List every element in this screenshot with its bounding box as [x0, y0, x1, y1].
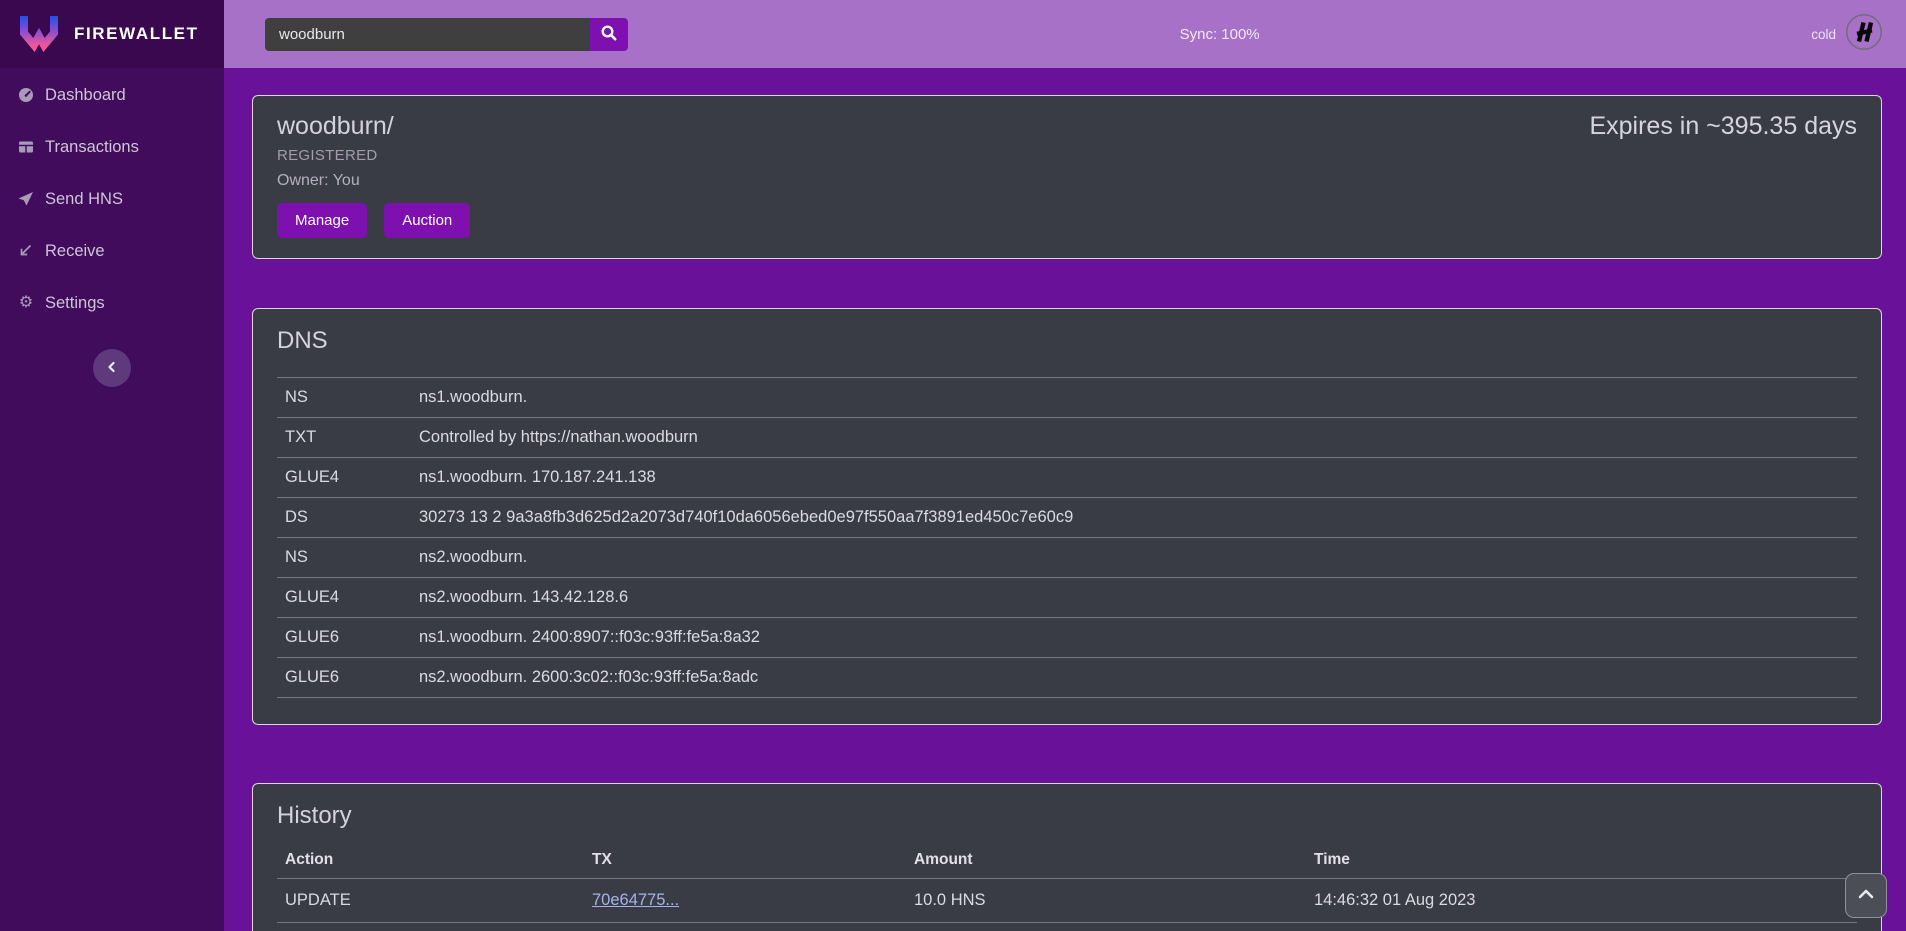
- gear-icon: ⚙: [18, 295, 34, 311]
- search-input[interactable]: [265, 18, 590, 51]
- dns-record-row: GLUE6 ns1.woodburn. 2400:8907::f03c:93ff…: [277, 618, 1857, 658]
- history-action: UPDATE: [277, 879, 584, 923]
- dns-record-value: ns2.woodburn. 2600:3c02::f03c:93ff:fe5a:…: [411, 658, 1857, 698]
- dns-record-row: NS ns2.woodburn.: [277, 538, 1857, 578]
- dns-record-row: TXT Controlled by https://nathan.woodbur…: [277, 418, 1857, 458]
- history-col-amount: Amount: [906, 842, 1306, 879]
- dns-record-value: Controlled by https://nathan.woodburn: [411, 418, 1857, 458]
- wallet-selector[interactable]: cold: [1811, 13, 1883, 56]
- sidebar-item-label: Settings: [45, 294, 105, 313]
- domain-owner: Owner: You: [277, 172, 1857, 190]
- sidebar-item-transactions[interactable]: Transactions: [0, 121, 224, 173]
- domain-status: REGISTERED: [277, 147, 1857, 164]
- main-content: woodburn/ Expires in ~395.35 days REGIST…: [224, 0, 1906, 931]
- sidebar-collapse-button[interactable]: [93, 349, 131, 387]
- arrow-down-left-icon: [18, 243, 34, 259]
- brand-title: FIREWALLET: [74, 24, 199, 44]
- dns-record-type: GLUE6: [277, 658, 411, 698]
- dns-record-type: NS: [277, 538, 411, 578]
- chevron-up-icon: [1856, 888, 1876, 903]
- history-header-row: Action TX Amount Time: [277, 842, 1857, 879]
- history-time: 15:47:36 07 Jul 2023: [1306, 923, 1857, 931]
- manage-button[interactable]: Manage: [277, 203, 367, 238]
- sidebar-header[interactable]: FIREWALLET: [0, 0, 224, 68]
- dns-record-row: GLUE4 ns2.woodburn. 143.42.128.6: [277, 578, 1857, 618]
- dns-table: NS ns1.woodburn. TXT Controlled by https…: [277, 377, 1857, 698]
- history-time: 14:46:32 01 Aug 2023: [1306, 879, 1857, 923]
- scroll-to-top-button[interactable]: [1845, 873, 1887, 918]
- history-col-action: Action: [277, 842, 584, 879]
- sync-status: Sync: 100%: [1180, 26, 1260, 43]
- search-bar: [265, 18, 628, 51]
- auction-button[interactable]: Auction: [384, 203, 470, 238]
- dns-record-value: ns2.woodburn.: [411, 538, 1857, 578]
- history-table: Action TX Amount Time UPDATE 70e64775...…: [277, 842, 1857, 931]
- dns-record-value: ns1.woodburn.: [411, 378, 1857, 418]
- handshake-logo-icon: [1845, 13, 1883, 56]
- gauge-icon: [18, 87, 34, 103]
- dns-record-row: DS 30273 13 2 9a3a8fb3d625d2a2073d740f10…: [277, 498, 1857, 538]
- history-action: RENEW: [277, 923, 584, 931]
- history-col-time: Time: [1306, 842, 1857, 879]
- sidebar-item-send-hns[interactable]: Send HNS: [0, 173, 224, 225]
- sidebar-item-label: Dashboard: [45, 86, 126, 105]
- history-row: UPDATE 70e64775... 10.0 HNS 14:46:32 01 …: [277, 879, 1857, 923]
- dns-record-value: ns1.woodburn. 2400:8907::f03c:93ff:fe5a:…: [411, 618, 1857, 658]
- sidebar-item-settings[interactable]: ⚙ Settings: [0, 277, 224, 329]
- wallet-name: cold: [1811, 27, 1836, 42]
- sidebar-item-label: Receive: [45, 242, 105, 261]
- table-icon: [18, 139, 34, 155]
- sidebar: FIREWALLET Dashboard Transactions: [0, 0, 224, 931]
- history-title: History: [277, 802, 1857, 830]
- history-card: History Action TX Amount Time UPDATE 70e…: [252, 783, 1882, 931]
- dns-record-value: 30273 13 2 9a3a8fb3d625d2a2073d740f10da6…: [411, 498, 1857, 538]
- search-button[interactable]: [590, 18, 628, 51]
- firewallet-logo-icon: [17, 12, 61, 57]
- dns-record-type: DS: [277, 498, 411, 538]
- topbar: Sync: 100% cold: [224, 0, 1906, 68]
- dns-record-type: NS: [277, 378, 411, 418]
- history-row: RENEW d7b0e4f5... 10.0 HNS 15:47:36 07 J…: [277, 923, 1857, 931]
- domain-expiry: Expires in ~395.35 days: [1589, 112, 1857, 141]
- sidebar-item-label: Send HNS: [45, 190, 123, 209]
- dns-record-row: NS ns1.woodburn.: [277, 378, 1857, 418]
- sidebar-item-label: Transactions: [45, 138, 139, 157]
- dns-record-row: GLUE6 ns2.woodburn. 2600:3c02::f03c:93ff…: [277, 658, 1857, 698]
- domain-title: woodburn/: [277, 112, 394, 141]
- dns-record-row: GLUE4 ns1.woodburn. 170.187.241.138: [277, 458, 1857, 498]
- sidebar-nav: Dashboard Transactions Send HNS: [0, 68, 224, 329]
- dns-record-type: TXT: [277, 418, 411, 458]
- search-icon: [600, 24, 618, 45]
- history-amount: 10.0 HNS: [906, 923, 1306, 931]
- domain-card: woodburn/ Expires in ~395.35 days REGIST…: [252, 95, 1882, 259]
- dns-record-type: GLUE4: [277, 578, 411, 618]
- dns-title: DNS: [277, 327, 1857, 355]
- dns-card: DNS NS ns1.woodburn. TXT Controlled by h…: [252, 308, 1882, 725]
- chevron-left-icon: [105, 360, 119, 377]
- paper-plane-icon: [18, 191, 34, 207]
- sidebar-item-receive[interactable]: Receive: [0, 225, 224, 277]
- sidebar-item-dashboard[interactable]: Dashboard: [0, 69, 224, 121]
- dns-record-value: ns1.woodburn. 170.187.241.138: [411, 458, 1857, 498]
- dns-record-value: ns2.woodburn. 143.42.128.6: [411, 578, 1857, 618]
- history-col-tx: TX: [584, 842, 906, 879]
- dns-record-type: GLUE6: [277, 618, 411, 658]
- dns-record-type: GLUE4: [277, 458, 411, 498]
- tx-link[interactable]: 70e64775...: [592, 891, 679, 909]
- history-amount: 10.0 HNS: [906, 879, 1306, 923]
